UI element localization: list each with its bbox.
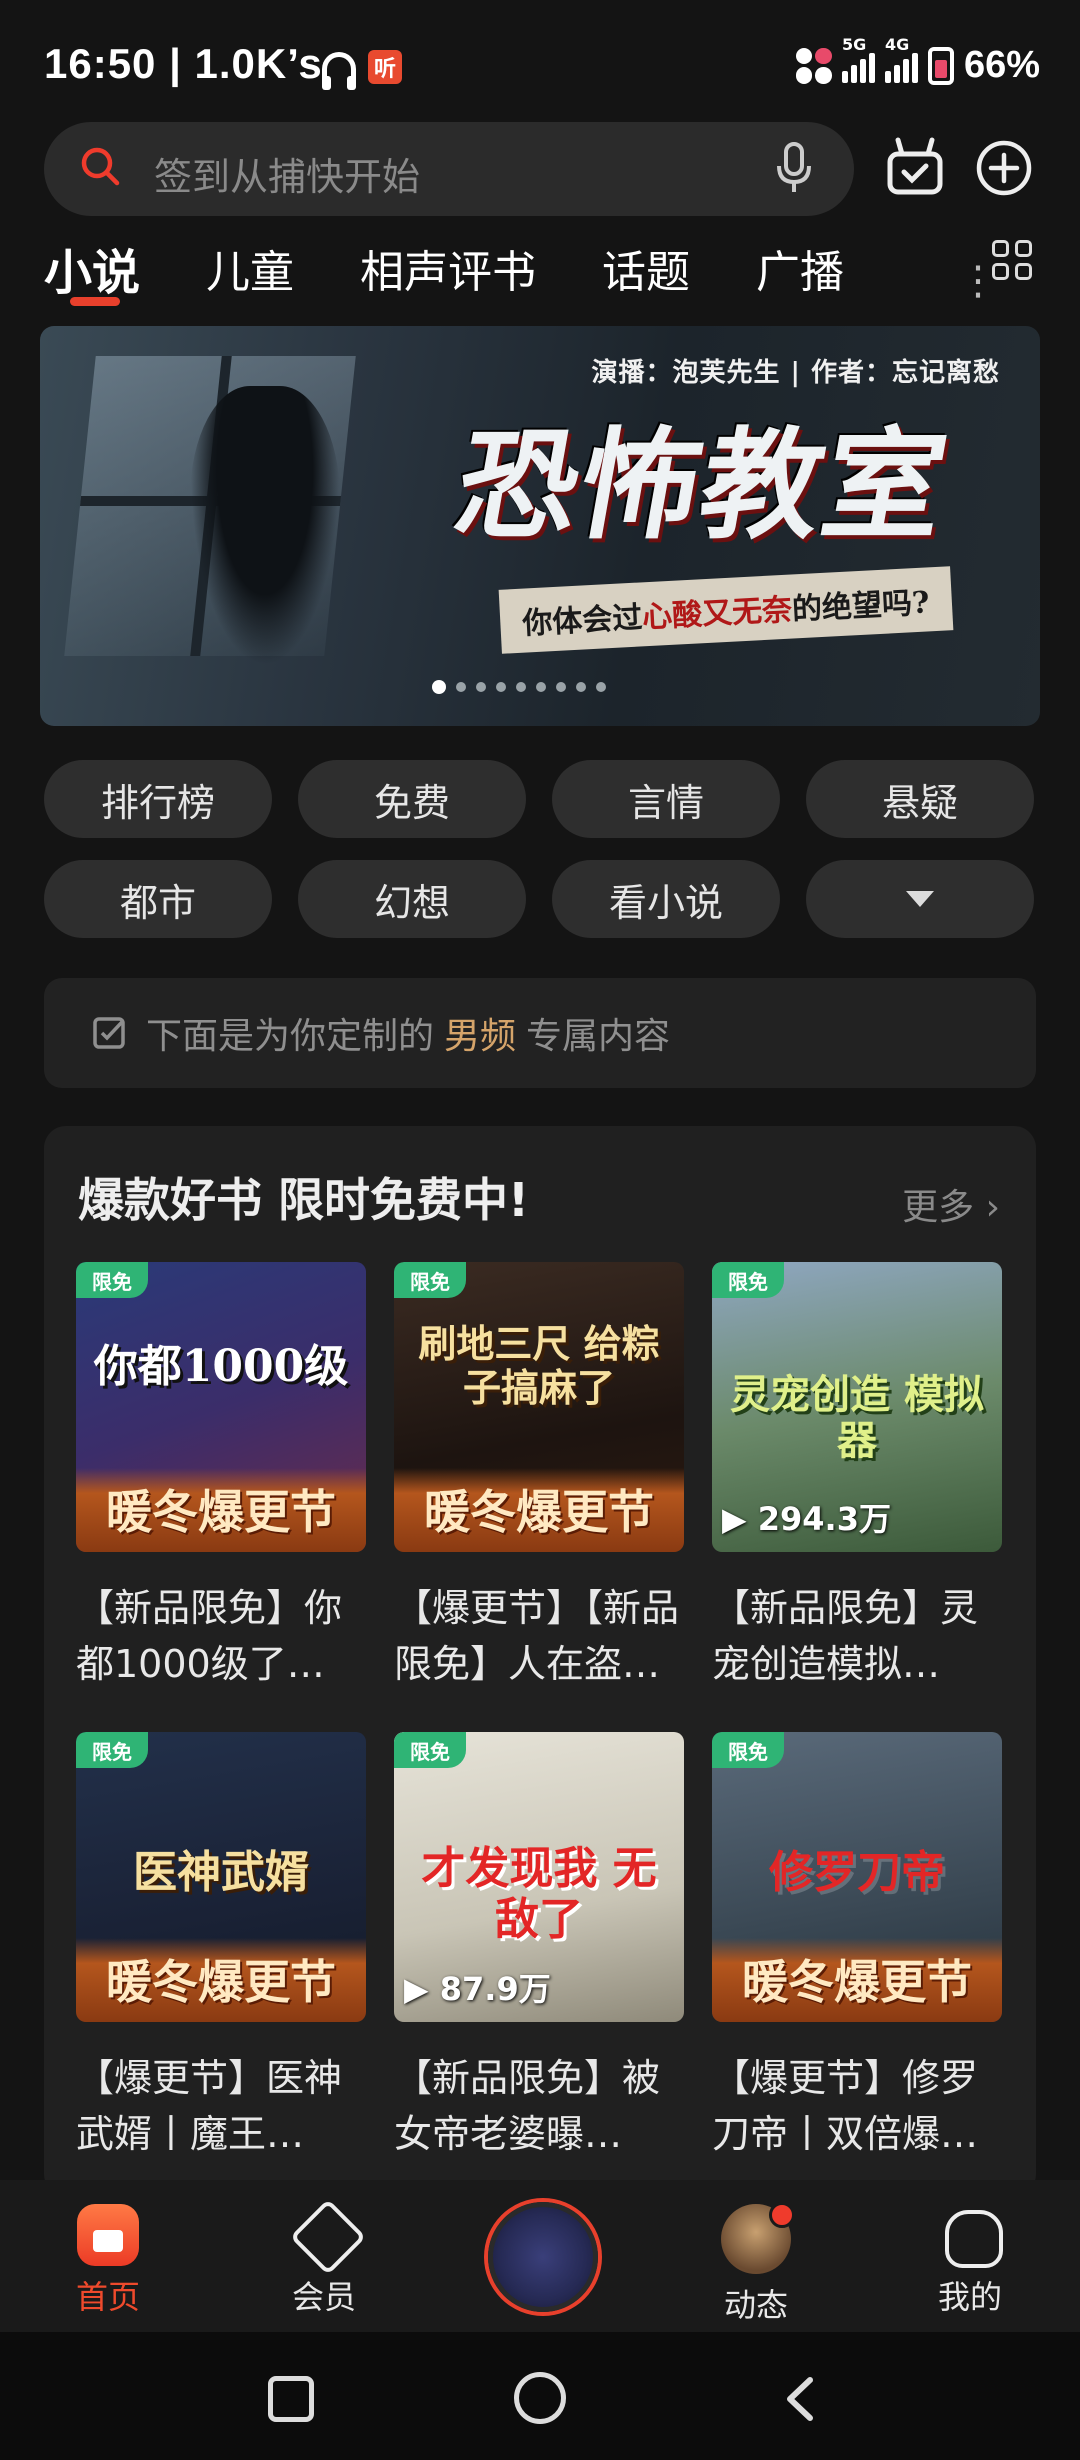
checkbox-icon	[93, 1017, 125, 1049]
chip-suspense[interactable]: 悬疑	[806, 760, 1034, 838]
dropdown-arrow-icon	[906, 891, 934, 907]
book-card[interactable]: 限免 修罗刀帝 暖冬爆更节 【爆更节】修罗刀帝丨双倍爆…	[712, 1732, 1002, 2172]
battery-icon	[927, 46, 954, 85]
free-badge: 限免	[76, 1732, 148, 1768]
banner-pagination	[432, 680, 606, 694]
battery-percent: 66%	[963, 44, 1040, 86]
tab-radio[interactable]: 广播	[756, 236, 844, 300]
chip-read-novels[interactable]: 看小说	[552, 860, 780, 938]
book-title: 【爆更节】【新品限免】人在盗…	[394, 1586, 680, 1686]
book-grid: 限免 你都1000级 暖冬爆更节 【新品限免】你都1000级了… 限免 刷地三尺…	[76, 1262, 1002, 2172]
gift-checkin-icon[interactable]	[884, 134, 946, 196]
chip-expand-button[interactable]	[806, 860, 1034, 938]
profile-icon	[939, 2204, 1003, 2268]
book-card[interactable]: 限免 刷地三尺 给粽子搞麻了 暖冬爆更节 【爆更节】【新品限免】人在盗…	[394, 1262, 684, 1702]
promo-banner[interactable]: 演播：泡芙先生 | 作者：忘记离愁 恐怖教室 你体会过心酸又无奈的绝望吗?	[40, 326, 1040, 726]
cover-title: 才发现我 无敌了	[421, 1843, 657, 1945]
book-card[interactable]: 限免 灵宠创造 模拟器 ▶ 294.3万 【新品限免】灵宠创造模拟…	[712, 1262, 1002, 1702]
cover-title: 你都1000级	[93, 1341, 349, 1392]
nav-home[interactable]: 首页	[38, 2204, 178, 2318]
category-chips: 排行榜 免费 言情 悬疑 都市 幻想 看小说	[44, 760, 1036, 938]
signal-5g-icon: 5G	[841, 35, 875, 83]
book-title: 【爆更节】医神武婿丨魔王…	[76, 2056, 343, 2156]
banner-title: 恐怖教室	[445, 415, 959, 556]
banner-tagline: 你体会过心酸又无奈的绝望吗?	[498, 566, 953, 654]
book-cover: 限免 才发现我 无敌了 ▶ 87.9万	[394, 1732, 684, 2022]
book-cover: 限免 医神武婿 暖冬爆更节	[76, 1732, 366, 2022]
book-title: 【爆更节】修罗刀帝丨双倍爆…	[712, 2056, 979, 2156]
book-card[interactable]: 限免 你都1000级 暖冬爆更节 【新品限免】你都1000级了…	[76, 1262, 366, 1702]
avatar	[721, 2202, 795, 2274]
diamond-icon	[293, 2204, 355, 2266]
book-card[interactable]: 限免 才发现我 无敌了 ▶ 87.9万 【新品限免】被女帝老婆曝…	[394, 1732, 684, 2172]
book-cover: 限免 你都1000级 暖冬爆更节	[76, 1262, 366, 1552]
system-nav-bar	[0, 2332, 1080, 2460]
tab-children[interactable]: 儿童	[206, 236, 294, 300]
cover-title: 修罗刀帝	[769, 1847, 945, 1898]
search-placeholder: 签到从捕快开始	[154, 155, 421, 199]
tab-novel[interactable]: 小说	[44, 233, 140, 306]
hot-books-section: 爆款好书 限时免费中! 更多 › 限免 你都1000级 暖冬爆更节 【新品限免】…	[44, 1126, 1036, 2196]
free-badge: 限免	[394, 1732, 466, 1768]
ting-app-icon: 听	[368, 50, 402, 84]
festival-banner: 暖冬爆更节	[712, 1938, 1002, 2022]
tab-crosstalk[interactable]: 相声评书	[360, 236, 536, 300]
nav-vip[interactable]: 会员	[254, 2204, 394, 2318]
chip-free[interactable]: 免费	[298, 760, 526, 838]
festival-banner: 暖冬爆更节	[394, 1468, 684, 1552]
banner-figure-art	[190, 386, 340, 666]
book-card[interactable]: 限免 医神武婿 暖冬爆更节 【爆更节】医神武婿丨魔王…	[76, 1732, 366, 2172]
festival-banner: 暖冬爆更节	[76, 1938, 366, 2022]
more-link[interactable]: 更多 ›	[902, 1178, 1000, 1230]
multi-device-icon	[795, 47, 832, 84]
search-icon	[81, 147, 120, 186]
book-cover: 限免 修罗刀帝 暖冬爆更节	[712, 1732, 1002, 2022]
add-icon[interactable]	[976, 140, 1032, 196]
bottom-nav: 首页 会员 动态 我的	[0, 2180, 1080, 2332]
banner-credit: 演播：泡芙先生 | 作者：忘记离愁	[591, 358, 1000, 388]
tab-topics[interactable]: 话题	[602, 236, 690, 300]
grid-menu-icon[interactable]	[992, 240, 1032, 280]
recents-button[interactable]	[268, 2376, 314, 2422]
cover-title: 刷地三尺 给粽子搞麻了	[418, 1321, 660, 1410]
home-button[interactable]	[514, 2372, 566, 2424]
free-badge: 限免	[394, 1262, 466, 1298]
play-count: ▶ 87.9万	[404, 1970, 551, 2008]
book-cover: 限免 灵宠创造 模拟器 ▶ 294.3万	[712, 1262, 1002, 1552]
personalized-notice: 下面是为你定制的 男频 专属内容	[44, 978, 1036, 1088]
nav-feed[interactable]: 动态	[686, 2202, 826, 2326]
category-tabs: 小说 儿童 相声评书 话题 广播	[44, 228, 910, 308]
free-badge: 限免	[712, 1262, 784, 1298]
book-title: 【新品限免】你都1000级了…	[76, 1586, 343, 1686]
book-cover: 限免 刷地三尺 给粽子搞麻了 暖冬爆更节	[394, 1262, 684, 1552]
nav-mine[interactable]: 我的	[900, 2204, 1040, 2318]
book-title: 【新品限免】灵宠创造模拟…	[712, 1586, 979, 1686]
chip-romance[interactable]: 言情	[552, 760, 780, 838]
section-title: 爆款好书 限时免费中!	[78, 1173, 529, 1227]
signal-4g-icon: 4G	[884, 35, 918, 83]
play-count: ▶ 294.3万	[722, 1500, 891, 1538]
chip-fantasy[interactable]: 幻想	[298, 860, 526, 938]
book-title: 【新品限免】被女帝老婆曝…	[394, 2056, 661, 2156]
cover-title: 灵宠创造 模拟器	[730, 1371, 984, 1464]
cover-title: 医神武婿	[133, 1847, 309, 1898]
status-time: 16:50 | 1.0K’s	[44, 40, 323, 87]
free-badge: 限免	[712, 1732, 784, 1768]
home-icon	[77, 2204, 139, 2266]
free-badge: 限免	[76, 1262, 148, 1298]
now-playing-disc[interactable]	[488, 2202, 598, 2312]
chip-ranking[interactable]: 排行榜	[44, 760, 272, 838]
headphone-icon	[322, 52, 356, 90]
notice-highlight: 男频	[444, 1016, 517, 1057]
chip-urban[interactable]: 都市	[44, 860, 272, 938]
back-button[interactable]	[782, 2376, 816, 2422]
search-input[interactable]: 签到从捕快开始	[44, 122, 854, 216]
microphone-icon[interactable]	[774, 142, 814, 194]
festival-banner: 暖冬爆更节	[76, 1468, 366, 1552]
status-bar: 16:50 | 1.0K’s 听 5G 4G 66%	[0, 0, 1080, 130]
